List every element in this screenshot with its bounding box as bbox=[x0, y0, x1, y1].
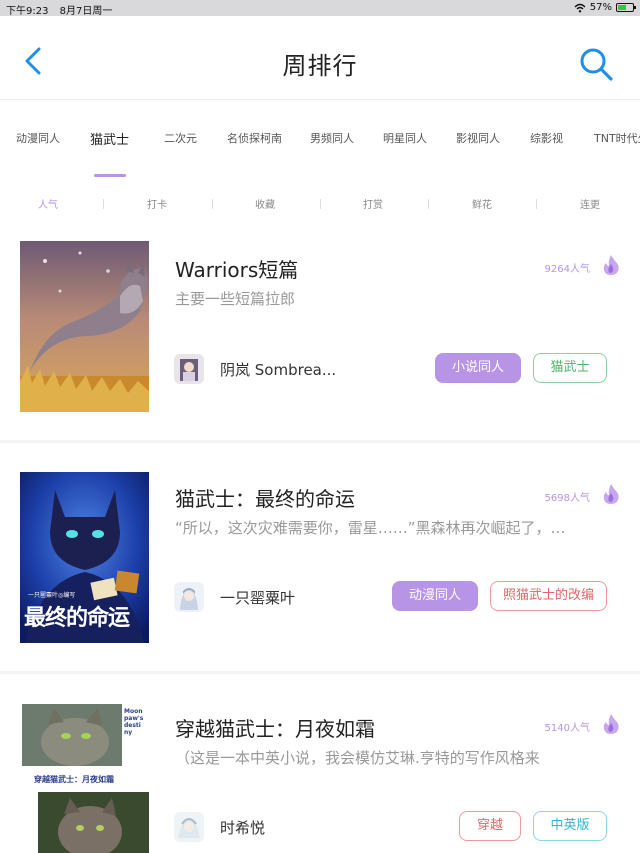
book-title[interactable]: Warriors短篇 bbox=[175, 254, 298, 283]
divider bbox=[536, 199, 537, 209]
tab-acg[interactable]: 二次元 bbox=[164, 130, 197, 146]
divider bbox=[320, 199, 321, 209]
flame-icon bbox=[603, 255, 619, 275]
tag-anime-fanfic[interactable]: 动漫同人 bbox=[392, 581, 478, 611]
divider bbox=[212, 199, 213, 209]
sort-checkin[interactable]: 打卡 bbox=[107, 196, 207, 211]
book-title[interactable]: 猫武士：最终的命运 bbox=[175, 483, 355, 512]
book-card[interactable]: Moonpaw's destiny 穿越猫武士：月夜如霜 穿越猫武士：月夜如霜 … bbox=[0, 674, 640, 853]
nav-header: 周排行 bbox=[0, 16, 640, 100]
sort-updates[interactable]: 连更 bbox=[540, 196, 640, 211]
book-title[interactable]: 穿越猫武士：月夜如霜 bbox=[175, 713, 375, 742]
tab-anime-fanfic[interactable]: 动漫同人 bbox=[16, 130, 60, 146]
wifi-icon bbox=[574, 3, 586, 12]
cover-side-text: Moonpaw's destiny bbox=[124, 708, 144, 736]
tab-warriors[interactable]: 猫武士 bbox=[90, 129, 129, 148]
author-name[interactable]: 阴岚 Sombrea... bbox=[220, 359, 336, 380]
author-name[interactable]: 时希悦 bbox=[220, 817, 265, 838]
battery-icon bbox=[616, 3, 636, 12]
book-description: 主要一些短篇拉郎 bbox=[175, 290, 296, 308]
active-tab-indicator bbox=[94, 174, 126, 177]
divider bbox=[103, 199, 104, 209]
popularity-count: 5698人气 bbox=[544, 493, 590, 504]
tag-time-travel[interactable]: 穿越 bbox=[459, 811, 521, 841]
search-icon[interactable] bbox=[578, 46, 614, 82]
battery-percent: 57% bbox=[589, 2, 612, 13]
author-avatar[interactable] bbox=[174, 582, 204, 612]
divider bbox=[428, 199, 429, 209]
tag-chinese-english[interactable]: 中英版 bbox=[533, 811, 607, 841]
flame-icon bbox=[603, 714, 619, 734]
page-title: 周排行 bbox=[282, 52, 358, 80]
cover-author-credit: 一只罂粟叶◎编写 bbox=[28, 592, 76, 599]
tab-tv-fanfic[interactable]: 影视同人 bbox=[456, 130, 500, 146]
category-tabs: 动漫同人 猫武士 二次元 名侦探柯南 男频同人 明星同人 影视同人 综影视 TN… bbox=[0, 100, 640, 180]
book-card[interactable]: 一只罂粟叶◎编写 最终的命运 猫武士：最终的命运 “所以，这次灾难需要你，雷星…… bbox=[0, 443, 640, 671]
book-cover-image[interactable]: 一只罂粟叶◎编写 最终的命运 bbox=[20, 472, 149, 643]
author-avatar[interactable] bbox=[174, 812, 204, 842]
sort-flowers[interactable]: 鲜花 bbox=[432, 196, 532, 211]
tab-detective-conan[interactable]: 名侦探柯南 bbox=[227, 130, 282, 146]
tag-warriors[interactable]: 猫武士 bbox=[533, 353, 607, 383]
flame-icon bbox=[603, 484, 619, 504]
book-card[interactable]: Warriors短篇 主要一些短篇拉郎 9264人气 阴岚 Sombrea...… bbox=[0, 228, 640, 440]
sort-popularity[interactable]: 人气 bbox=[0, 196, 98, 211]
status-bar: 下午9:23 8月7日周一 57% bbox=[0, 0, 640, 17]
book-description: （这是一本中英小说，我会模仿艾琳.亨特的写作风格来 bbox=[175, 749, 540, 767]
tab-celebrity-fanfic[interactable]: 明星同人 bbox=[383, 130, 427, 146]
sort-favorites[interactable]: 收藏 bbox=[215, 196, 315, 211]
popularity-count: 5140人气 bbox=[544, 723, 590, 734]
tab-tv-mixed[interactable]: 综影视 bbox=[530, 130, 563, 146]
cover-title: 穿越猫武士：月夜如霜 bbox=[34, 775, 114, 784]
book-cover-image[interactable]: Moonpaw's destiny 穿越猫武士：月夜如霜 bbox=[20, 702, 149, 853]
sort-tabs: 人气 打卡 收藏 打赏 鲜花 连更 bbox=[0, 180, 640, 228]
book-cover-image[interactable] bbox=[20, 241, 149, 412]
cover-title: 最终的命运 bbox=[24, 606, 130, 631]
author-avatar[interactable] bbox=[174, 354, 204, 384]
popularity-count: 9264人气 bbox=[544, 264, 590, 275]
tag-warriors-adaptation[interactable]: 照猫武士的改编 bbox=[490, 581, 607, 611]
tab-male-fanfic[interactable]: 男频同人 bbox=[310, 130, 354, 146]
tag-novel-fanfic[interactable]: 小说同人 bbox=[435, 353, 521, 383]
sort-tips[interactable]: 打赏 bbox=[323, 196, 423, 211]
book-description: “所以，这次灾难需要你，雷星……”黑森林再次崛起了，… bbox=[175, 519, 566, 537]
author-name[interactable]: 一只罂粟叶 bbox=[220, 587, 295, 608]
tab-tnt[interactable]: TNT时代少 bbox=[594, 130, 640, 146]
